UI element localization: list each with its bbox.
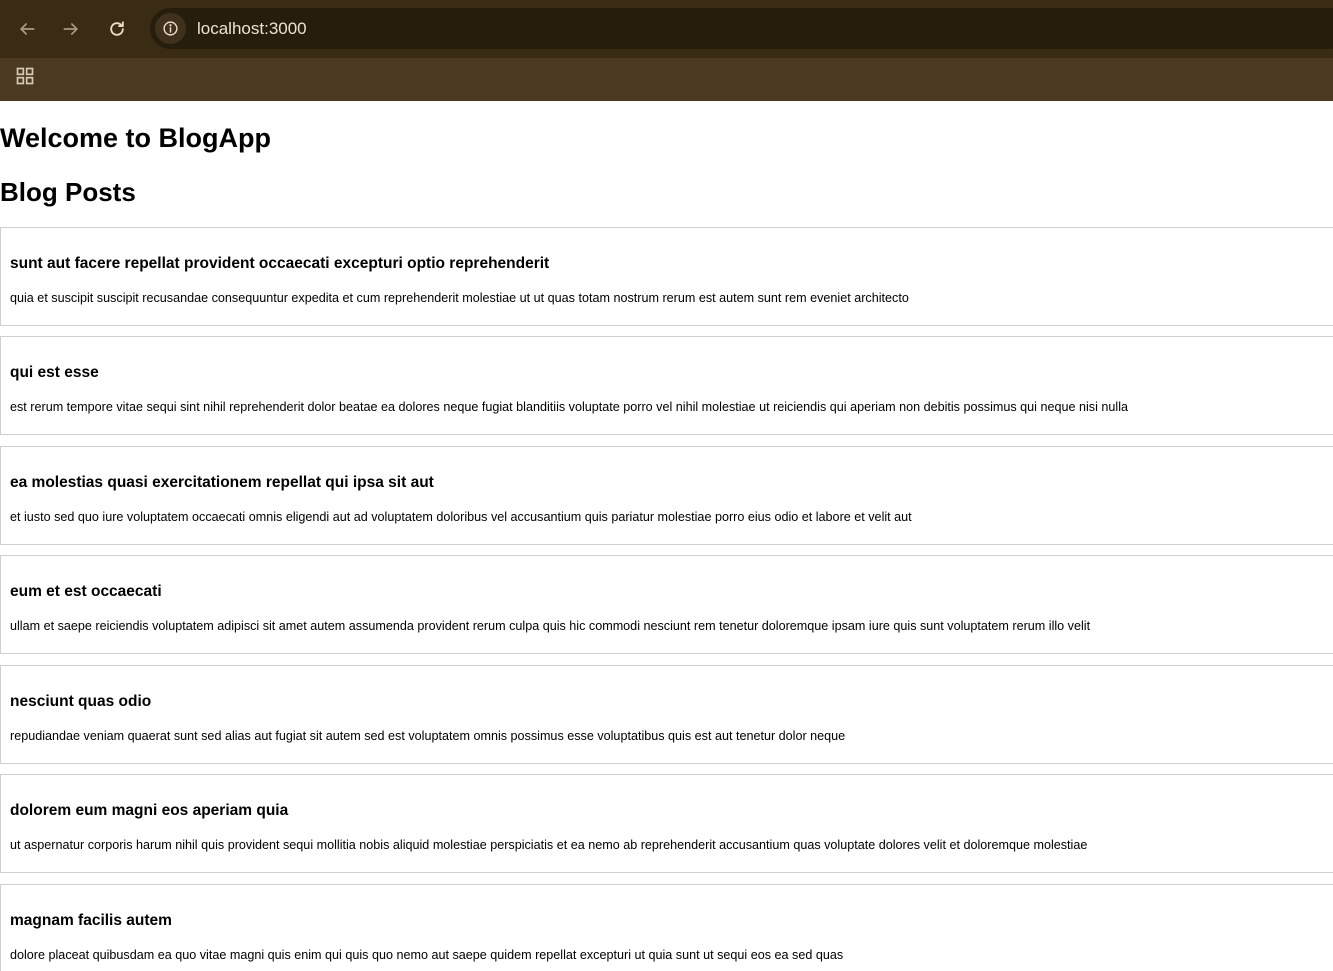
post-card: ea molestias quasi exercitationem repell… [0, 446, 1333, 545]
post-title: eum et est occaecati [10, 583, 162, 600]
post-title: ea molestias quasi exercitationem repell… [10, 474, 434, 491]
arrow-right-icon[interactable] [54, 12, 88, 46]
post-body: dolore placeat quibusdam ea quo vitae ma… [10, 948, 844, 962]
post-body: est rerum tempore vitae sequi sint nihil… [10, 400, 1128, 414]
post-card: dolorem eum magni eos aperiam quia ut as… [0, 774, 1333, 873]
browser-chrome: localhost:3000 [0, 0, 1333, 101]
browser-toolbar: localhost:3000 [0, 0, 1333, 58]
post-card: nesciunt quas odio repudiandae veniam qu… [0, 665, 1333, 764]
page-content: Welcome to BlogApp Blog Posts sunt aut f… [0, 101, 1333, 971]
post-card: qui est esse est rerum tempore vitae seq… [0, 336, 1333, 435]
post-card: sunt aut facere repellat provident occae… [0, 227, 1333, 326]
url-text[interactable]: localhost:3000 [197, 18, 307, 39]
post-title: qui est esse [10, 364, 99, 381]
post-title: dolorem eum magni eos aperiam quia [10, 802, 289, 819]
apps-grid-icon[interactable] [12, 63, 38, 89]
arrow-left-icon[interactable] [10, 12, 44, 46]
address-bar[interactable]: localhost:3000 [150, 8, 1333, 49]
post-title: nesciunt quas odio [10, 693, 152, 710]
post-title: sunt aut facere repellat provident occae… [10, 255, 550, 272]
info-icon[interactable] [155, 13, 186, 44]
section-title: Blog Posts [0, 177, 136, 207]
page-title: Welcome to BlogApp [0, 123, 272, 153]
reload-icon[interactable] [100, 12, 134, 46]
post-body: repudiandae veniam quaerat sunt sed alia… [10, 729, 846, 743]
post-card: eum et est occaecati ullam et saepe reic… [0, 555, 1333, 654]
post-card: magnam facilis autem dolore placeat quib… [0, 884, 1333, 971]
post-body: et iusto sed quo iure voluptatem occaeca… [10, 510, 912, 524]
post-body: ullam et saepe reiciendis voluptatem adi… [10, 619, 1091, 633]
post-title: magnam facilis autem [10, 912, 172, 929]
post-body: quia et suscipit suscipit recusandae con… [10, 291, 909, 305]
post-body: ut aspernatur corporis harum nihil quis … [10, 838, 1088, 852]
